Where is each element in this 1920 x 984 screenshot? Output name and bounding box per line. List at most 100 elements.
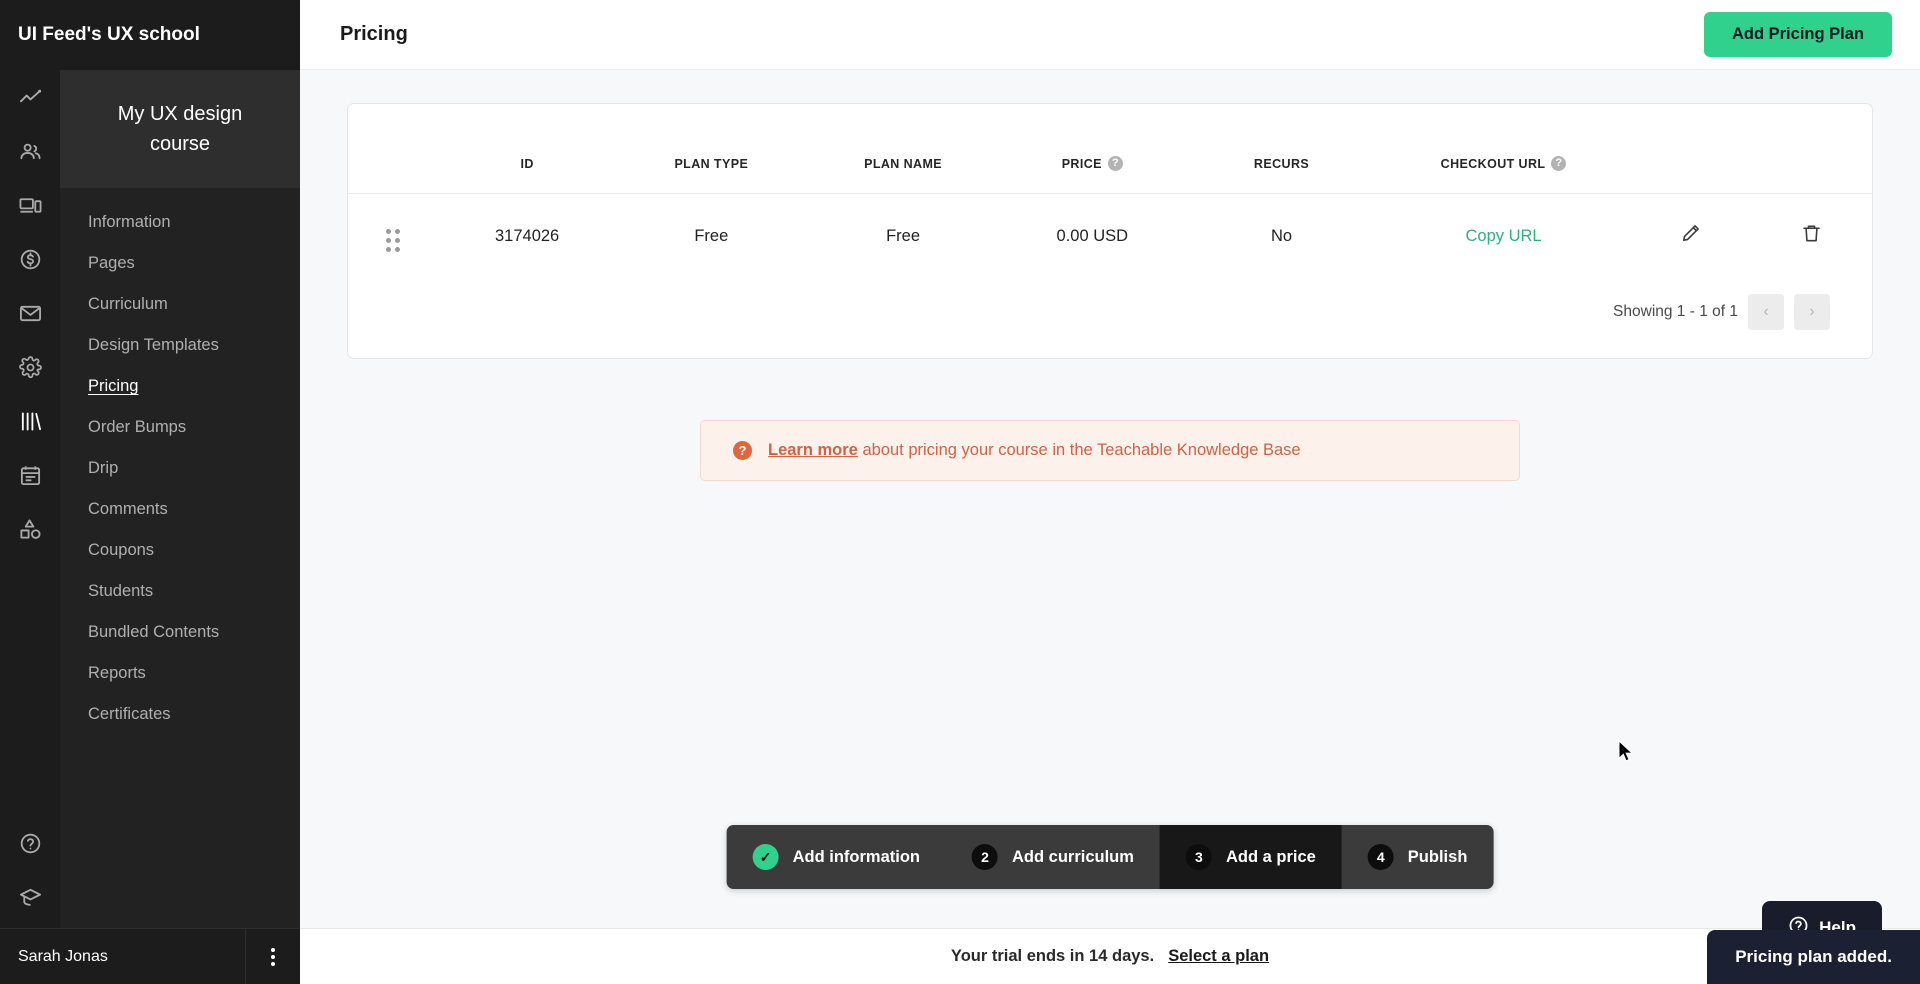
pagination-prev-button[interactable]: ‹: [1748, 294, 1784, 330]
checkout-url-help-icon[interactable]: ?: [1551, 156, 1567, 171]
step-label: Add curriculum: [1012, 847, 1134, 866]
page-title: Pricing: [340, 23, 408, 45]
sidebar-item-bundled-contents[interactable]: Bundled Contents: [60, 612, 300, 653]
course-title-card[interactable]: My UX design course: [60, 70, 300, 188]
onboarding-stepper: ✓ Add information 2 Add curriculum 3 Add a pr…: [726, 825, 1494, 889]
cell-checkout-url: Copy URL: [1377, 194, 1629, 279]
step-label: Add a price: [1225, 847, 1316, 866]
cell-recurs: No: [1270, 226, 1293, 245]
site-icon[interactable]: [0, 178, 60, 232]
email-icon[interactable]: [0, 286, 60, 340]
drag-handle-icon[interactable]: [386, 229, 401, 252]
step-badge: 3: [1185, 844, 1212, 870]
th-price-label: PRICE: [1061, 156, 1102, 171]
toast-notification: Pricing plan added.: [1707, 930, 1920, 984]
table-body: 3174026 Free Free 0.00 USD No Copy URL: [348, 194, 1872, 279]
sales-icon[interactable]: [0, 232, 60, 286]
cell-plan-type: Free: [694, 226, 729, 245]
pagination-next-button[interactable]: ›: [1794, 294, 1830, 330]
brand-title[interactable]: UI Feed's UX school: [0, 0, 300, 70]
learn-more-notice: ? Learn more about pricing your course i…: [700, 420, 1520, 481]
cell-plan-name: Free: [886, 226, 921, 245]
edit-plan-button[interactable]: [1680, 223, 1701, 244]
sidebar-item-pages[interactable]: Pages: [60, 243, 300, 284]
th-plan-type: PLAN TYPE: [615, 104, 808, 194]
th-handle: [348, 104, 439, 194]
user-name: Sarah Jonas: [18, 947, 108, 965]
library-icon[interactable]: [0, 394, 60, 448]
sidebar-item-comments[interactable]: Comments: [60, 489, 300, 530]
pagination: Showing 1 - 1 of 1 ‹ ›: [348, 278, 1872, 330]
notes-icon[interactable]: [0, 448, 60, 502]
step-badge: 4: [1367, 844, 1394, 870]
row-drag-cell: [348, 194, 439, 279]
table-head: ID PLAN TYPE PLAN NAME PRICE? RECURS CHE…: [348, 104, 1872, 194]
th-edit: [1629, 104, 1751, 194]
icon-rail: [0, 0, 60, 984]
table-header-row: ID PLAN TYPE PLAN NAME PRICE? RECURS CHE…: [348, 104, 1872, 194]
sidebar-item-students[interactable]: Students: [60, 571, 300, 612]
content-area: ID PLAN TYPE PLAN NAME PRICE? RECURS CHE…: [300, 70, 1920, 481]
step-publish[interactable]: 4 Publish: [1342, 825, 1494, 889]
delete-plan-button[interactable]: [1801, 223, 1822, 244]
step-add-information[interactable]: ✓ Add information: [727, 825, 946, 889]
table-row: 3174026 Free Free 0.00 USD No Copy URL: [348, 194, 1872, 279]
th-price: PRICE?: [998, 104, 1186, 194]
cell-edit: [1630, 194, 1751, 279]
th-delete: [1750, 104, 1872, 194]
th-checkout-url: CHECKOUT URL?: [1377, 104, 1630, 194]
th-plan-name: PLAN NAME: [807, 104, 999, 194]
cell-delete: [1751, 194, 1872, 279]
sidebar-item-certificates[interactable]: Certificates: [60, 694, 300, 735]
th-plan-name-label: PLAN NAME: [864, 156, 943, 171]
mouse-cursor: [1618, 739, 1636, 769]
sidebar-item-design-templates[interactable]: Design Templates: [60, 325, 300, 366]
sidebar-item-drip[interactable]: Drip: [60, 448, 300, 489]
th-checkout-url-label: CHECKOUT URL: [1440, 156, 1546, 171]
sidebar-item-curriculum[interactable]: Curriculum: [60, 284, 300, 325]
sidebar-item-coupons[interactable]: Coupons: [60, 530, 300, 571]
sidebar-item-order-bumps[interactable]: Order Bumps: [60, 407, 300, 448]
trial-footer: Your trial ends in 14 days. Select a pla…: [300, 928, 1920, 984]
app-root: UI Feed's UX school My UX design course …: [0, 0, 1920, 984]
notice-text: Learn more about pricing your course in …: [768, 441, 1301, 460]
pricing-table: ID PLAN TYPE PLAN NAME PRICE? RECURS CHE…: [348, 104, 1872, 278]
select-a-plan-link[interactable]: Select a plan: [1168, 947, 1269, 966]
cell-id: 3174026: [495, 226, 560, 245]
graduation-cap-icon[interactable]: [0, 870, 60, 924]
step-badge: ✓: [752, 844, 779, 870]
step-badge: 2: [972, 844, 999, 870]
help-circle-icon[interactable]: [0, 816, 60, 870]
step-add-a-price[interactable]: 3 Add a price: [1159, 825, 1342, 889]
pricing-table-card: ID PLAN TYPE PLAN NAME PRICE? RECURS CHE…: [347, 103, 1873, 359]
th-id: ID: [438, 104, 616, 194]
settings-icon[interactable]: [0, 340, 60, 394]
sidebar-item-pricing[interactable]: Pricing: [60, 366, 300, 407]
analytics-icon[interactable]: [0, 70, 60, 124]
th-recurs-label: RECURS: [1253, 156, 1310, 171]
question-mark-icon: ?: [733, 441, 752, 460]
th-plan-type-label: PLAN TYPE: [674, 156, 749, 171]
sidebar-item-reports[interactable]: Reports: [60, 653, 300, 694]
trial-text: Your trial ends in 14 days.: [950, 947, 1155, 965]
add-pricing-plan-button[interactable]: Add Pricing Plan: [1703, 12, 1892, 57]
more-vertical-icon: [271, 947, 275, 966]
learn-more-link[interactable]: Learn more: [768, 441, 858, 459]
copy-url-link[interactable]: Copy URL: [1465, 227, 1541, 245]
main-area: Pricing Add Pricing Plan ID PLAN TYPE PL…: [300, 0, 1920, 984]
shapes-icon[interactable]: [0, 502, 60, 556]
th-recurs: RECURS: [1185, 104, 1378, 194]
step-add-curriculum[interactable]: 2 Add curriculum: [946, 825, 1160, 889]
step-label: Add information: [792, 847, 921, 866]
course-title: My UX design course: [117, 103, 243, 155]
course-nav: Information Pages Curriculum Design Templat…: [60, 188, 300, 735]
sidebar-item-information[interactable]: Information: [60, 202, 300, 243]
rail-bottom-group: [0, 816, 60, 924]
user-menu-button[interactable]: [245, 928, 300, 984]
cell-price: 0.00 USD: [1056, 226, 1129, 245]
notice-rest-text: about pricing your course in the Teachab…: [857, 441, 1301, 459]
user-bar: Sarah Jonas: [0, 928, 300, 984]
users-icon[interactable]: [0, 124, 60, 178]
pagination-label: Showing 1 - 1 of 1: [1613, 303, 1738, 320]
price-help-icon[interactable]: ?: [1107, 156, 1123, 171]
